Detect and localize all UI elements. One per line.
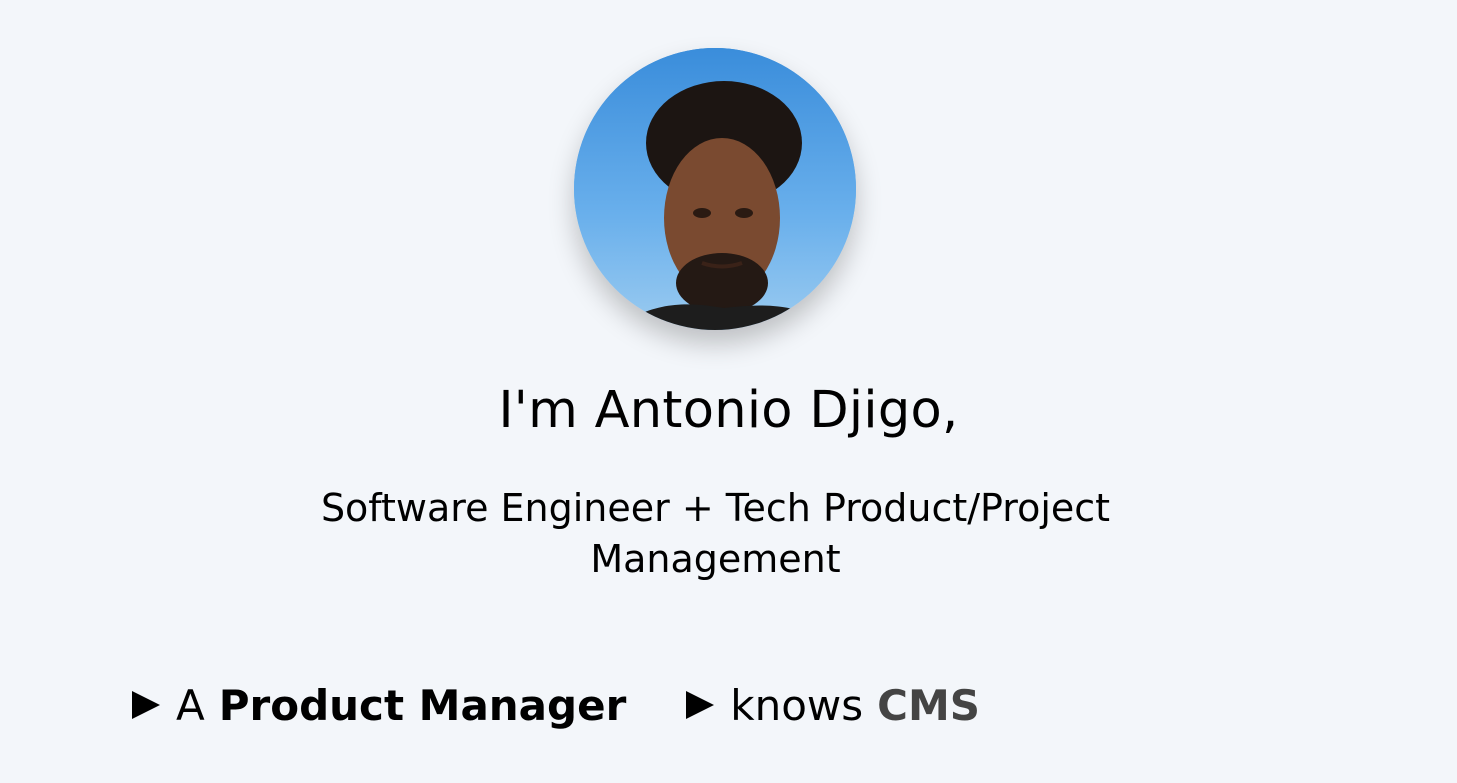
trait-item-cms: knows CMS [686,681,980,730]
play-triangle-icon [686,691,715,719]
trait-highlight: CMS [877,680,981,730]
traits-row: A Product Manager knows CMS [132,674,980,736]
trait-prefix: knows [730,680,864,730]
trait-item-product-manager: A Product Manager [132,681,626,730]
profile-photo-illustration [574,48,856,330]
profile-avatar [574,48,856,330]
trait-highlight: Product Manager [218,680,627,730]
play-triangle-icon [132,691,160,719]
page-title: I'm Antonio Djigo, [498,381,959,440]
trait-prefix: A [176,680,205,730]
page-subtitle: Software Engineer + Tech Product/Project… [320,486,1111,581]
